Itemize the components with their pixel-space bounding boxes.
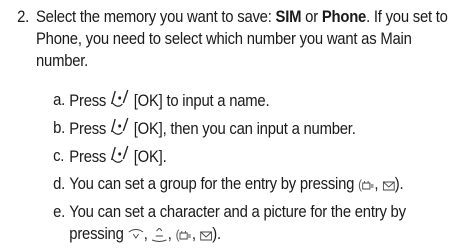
option-phone: Phone [321, 8, 367, 26]
substep-label: c. [53, 147, 65, 165]
substep-label: d. [53, 175, 66, 193]
navigation-up-key-icon [128, 228, 144, 242]
phonebook-key-icon [362, 180, 375, 192]
substep-label: e. [53, 203, 66, 221]
substep-e: e. You can set a character and a picture… [53, 203, 406, 243]
ok-key-icon [110, 145, 130, 165]
step-number: 2. [17, 8, 30, 26]
message-key-icon [200, 230, 213, 242]
substep-c: c. Press [OK]. [53, 145, 167, 166]
message-key-icon [382, 180, 395, 192]
manual-page: 2. Select the memory you want to save: S… [0, 0, 458, 251]
substep-label: b. [53, 119, 66, 137]
substep-d: d. You can set a group for the entry by … [53, 175, 404, 193]
substep-label: a. [53, 91, 66, 109]
substep-b: b. Press [OK], then you can input a numb… [53, 117, 356, 138]
ok-key-icon [110, 89, 130, 109]
step-2: 2. Select the memory you want to save: S… [0, 6, 448, 72]
ok-key-icon [110, 117, 130, 137]
step-text: Select the memory you want to save: SIM … [36, 8, 448, 70]
option-sim: SIM [275, 8, 302, 26]
navigation-down-key-icon [152, 228, 168, 242]
phonebook-key-icon [179, 230, 192, 242]
substep-a: a. Press [OK] to input a name. [53, 89, 270, 110]
